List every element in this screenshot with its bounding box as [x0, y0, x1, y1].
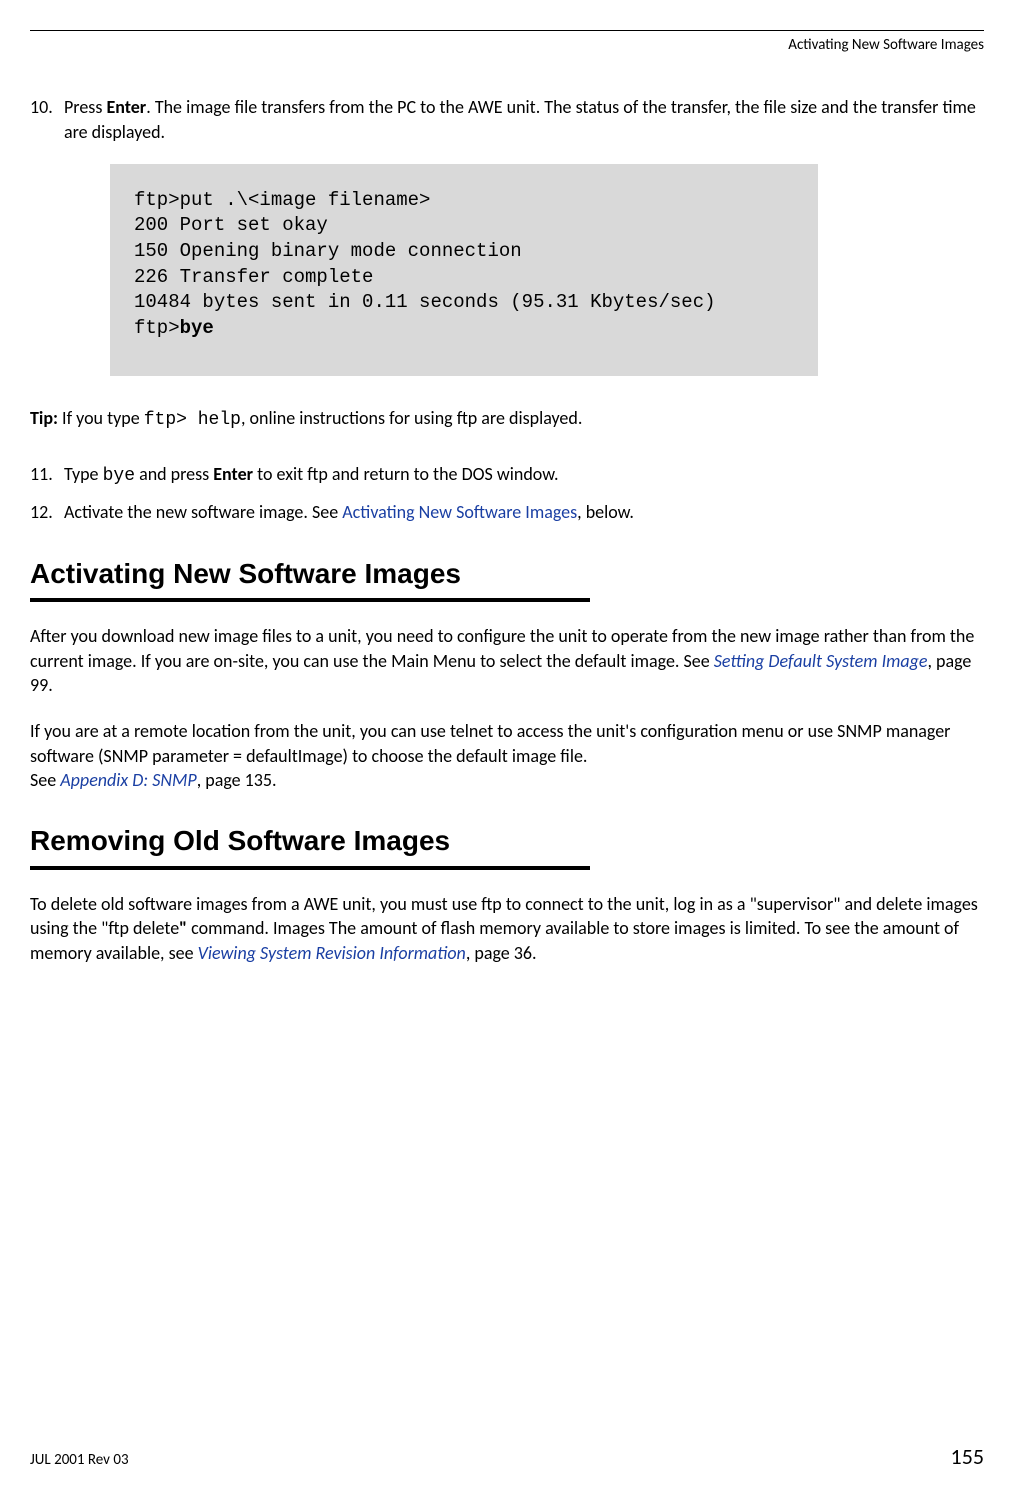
paragraph: If you are at a remote location from the… — [30, 719, 984, 792]
text-bold: bye — [180, 317, 214, 339]
paragraph: After you download new image files to a … — [30, 624, 984, 697]
text: , page 135. — [197, 769, 277, 791]
text: . The image file transfers from the PC t… — [64, 96, 976, 142]
cross-reference-link[interactable]: Appendix D: SNMP — [60, 769, 196, 791]
code-line: ftp>put .\<image filename> — [134, 188, 794, 214]
step-body: Type bye and press Enter to exit ftp and… — [64, 462, 984, 488]
cross-reference-link[interactable]: Viewing System Revision Information — [198, 942, 466, 964]
footer: JUL 2001 Rev 03 155 — [30, 1442, 984, 1472]
heading-removing: Removing Old Software Images — [30, 822, 984, 860]
text: See — [30, 769, 60, 791]
step-body: Activate the new software image. See Act… — [64, 500, 984, 524]
text: , online instructions for using ftp are … — [241, 407, 582, 429]
cross-reference-link[interactable]: Activating New Software Images — [342, 501, 577, 523]
step-12: 12. Activate the new software image. See… — [30, 500, 984, 524]
code-line: ftp>bye — [134, 316, 794, 342]
page-number: 155 — [951, 1442, 984, 1472]
code-line: 200 Port set okay — [134, 213, 794, 239]
page: Activating New Software Images 10. Press… — [0, 0, 1014, 1500]
text: , page 36. — [466, 942, 537, 964]
text: Type — [64, 463, 103, 485]
text: ftp> — [134, 317, 180, 339]
step-number: 10. — [30, 95, 64, 144]
tip-paragraph: Tip: If you type ftp> help, online instr… — [30, 406, 984, 432]
text: Activate the new software image. See — [64, 501, 342, 523]
text-bold: " — [179, 917, 187, 939]
step-10: 10. Press Enter. The image file transfer… — [30, 95, 984, 144]
step-number: 11. — [30, 462, 64, 488]
step-11: 11. Type bye and press Enter to exit ftp… — [30, 462, 984, 488]
text: If you are at a remote location from the… — [30, 720, 950, 766]
step-number: 12. — [30, 500, 64, 524]
code-block: ftp>put .\<image filename> 200 Port set … — [110, 164, 818, 376]
paragraph: To delete old software images from a AWE… — [30, 892, 984, 965]
heading-rule — [30, 866, 590, 870]
key-enter: Enter — [213, 463, 253, 485]
text: Press — [64, 96, 106, 118]
code-line: 150 Opening binary mode connection — [134, 239, 794, 265]
footer-date: JUL 2001 Rev 03 — [30, 1450, 129, 1470]
step-body: Press Enter. The image file transfers fr… — [64, 95, 984, 144]
text: , below. — [577, 501, 634, 523]
key-enter: Enter — [106, 96, 146, 118]
header-rule — [30, 30, 984, 31]
heading-activating: Activating New Software Images — [30, 555, 984, 593]
text: and press — [135, 463, 213, 485]
heading-rule — [30, 598, 590, 602]
header-section-title: Activating New Software Images — [30, 35, 984, 55]
code-line: 10484 bytes sent in 0.11 seconds (95.31 … — [134, 290, 794, 316]
inline-code: ftp> help — [144, 410, 241, 430]
text: If you type — [62, 407, 144, 429]
cross-reference-link[interactable]: Setting Default System Image — [714, 650, 928, 672]
code-line: 226 Transfer complete — [134, 265, 794, 291]
tip-label: Tip: — [30, 407, 62, 429]
inline-code: bye — [103, 466, 135, 486]
text: to exit ftp and return to the DOS window… — [253, 463, 558, 485]
